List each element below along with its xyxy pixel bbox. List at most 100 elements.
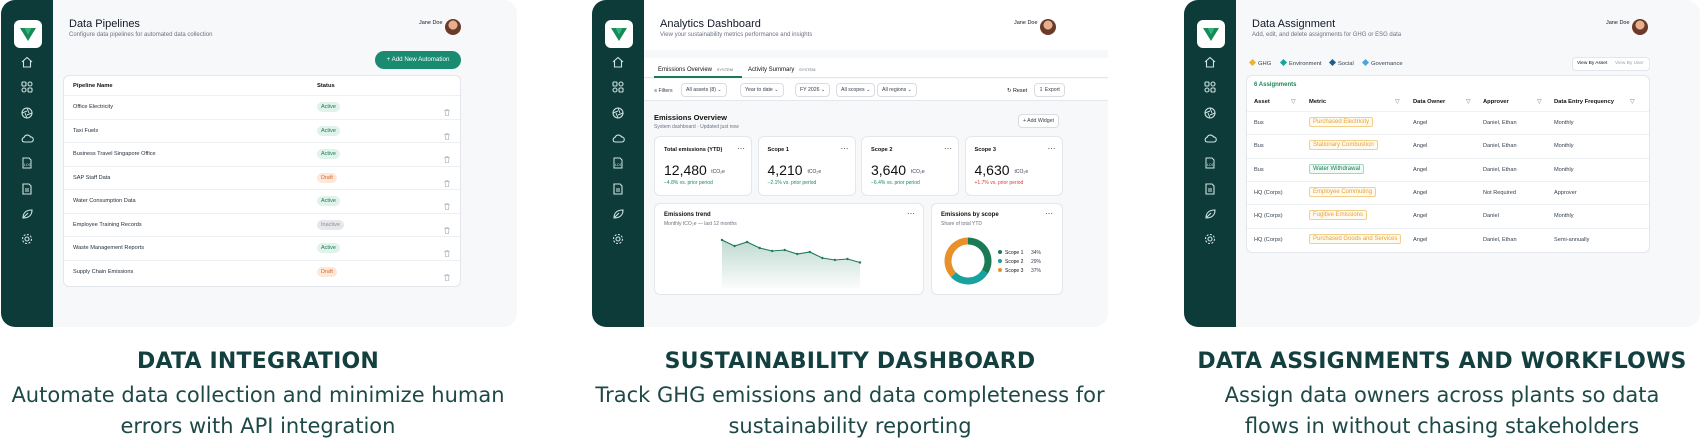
leaf-icon[interactable] (20, 207, 34, 221)
trash-icon[interactable] (444, 174, 450, 187)
gear-icon[interactable] (20, 232, 34, 246)
kpi-card[interactable]: Scope 1 ⋯ 4,210 tCO₂e −2.1% vs. prior period (757, 136, 856, 196)
metric-tag[interactable]: Water Withdrawal (1309, 163, 1365, 174)
apps-icon[interactable] (20, 80, 34, 94)
aperture-icon[interactable] (1203, 106, 1217, 120)
view-toggle: View By Asset View By User (1572, 57, 1650, 71)
more-icon[interactable]: ⋯ (944, 144, 952, 153)
diamond-icon (1279, 58, 1288, 67)
filter-icon[interactable]: ▽ (1466, 98, 1471, 105)
filter-icon[interactable]: ▽ (1630, 98, 1635, 105)
tab-activity-summary[interactable]: Activity Summary SYSTEM (748, 67, 815, 73)
log-icon[interactable]: LOG (1203, 156, 1217, 170)
kpi-label: Scope 2 (871, 147, 893, 153)
document-icon[interactable] (1203, 182, 1217, 196)
kpi-card[interactable]: Total emissions (YTD) ⋯ 12,480 tCO₂e −4.8% v… (654, 136, 752, 196)
filter-scopes[interactable]: All scopes ⌄ (836, 83, 876, 97)
table-row[interactable]: Taxi Fuels Active (64, 119, 460, 142)
leaf-icon[interactable] (1203, 207, 1217, 221)
apps-icon[interactable] (1203, 80, 1217, 94)
view-by-user-button[interactable]: View By User (1615, 61, 1644, 66)
kpi-delta: −6.4% vs. prior period (871, 180, 920, 186)
apps-icon[interactable] (611, 80, 625, 94)
trash-icon[interactable] (444, 268, 450, 281)
more-icon[interactable]: ⋯ (737, 144, 745, 153)
avatar[interactable] (1040, 19, 1056, 35)
table-row[interactable]: Waste Management Reports Active (64, 236, 460, 259)
col-header-status: Status (317, 83, 335, 89)
category-legend-item[interactable]: Environment (1279, 58, 1322, 67)
filter-icon[interactable]: ▽ (1537, 98, 1542, 105)
table-row[interactable]: Business Travel Singapore Office Active (64, 142, 460, 165)
log-icon[interactable]: LOG (611, 156, 625, 170)
trash-icon[interactable] (444, 244, 450, 257)
more-icon[interactable]: ⋯ (1048, 144, 1056, 153)
kpi-card[interactable]: Scope 2 ⋯ 3,640 tCO₂e −6.4% vs. prior period (861, 136, 959, 196)
category-legend-item[interactable]: Social (1328, 58, 1354, 67)
app-logo[interactable] (1197, 20, 1225, 48)
filter-regions[interactable]: All regions ⌄ (877, 83, 918, 97)
table-row[interactable]: HQ (Corps) Fugitive Emissions Angel Daniel M… (1247, 204, 1649, 227)
app-logo[interactable] (605, 20, 633, 48)
home-icon[interactable] (20, 55, 34, 69)
caption-line-2: flows in without chasing stakeholders (1244, 414, 1640, 438)
aperture-icon[interactable] (20, 106, 34, 120)
trash-icon[interactable] (444, 103, 450, 116)
add-automation-button[interactable]: + Add New Automation (375, 51, 461, 69)
trend-point (720, 238, 724, 242)
category-legend-item[interactable]: GHG (1248, 58, 1271, 67)
filter-icon[interactable]: ▽ (1395, 98, 1400, 105)
more-icon[interactable]: ⋯ (841, 144, 849, 153)
emissions-trend-card: Emissions trend Monthly tCO₂e — last 12 … (654, 203, 924, 295)
gear-icon[interactable] (1203, 232, 1217, 246)
table-row[interactable]: Bus Purchased Electricity Angel Daniel, Eth… (1247, 111, 1649, 134)
table-row[interactable]: SAP Staff Data Draft (64, 166, 460, 189)
cloud-icon[interactable] (1203, 131, 1217, 145)
metric-tag[interactable]: Stationary Combustion (1309, 140, 1378, 151)
trash-icon[interactable] (444, 221, 450, 234)
avatar[interactable] (1632, 19, 1648, 35)
add-widget-button[interactable]: + Add Widget (1018, 114, 1060, 128)
cloud-icon[interactable] (20, 131, 34, 145)
metric-tag[interactable]: Purchased Goods and Services (1309, 233, 1402, 244)
category-legend-item[interactable]: Governance (1361, 58, 1403, 67)
gear-icon[interactable] (611, 232, 625, 246)
metric-tag[interactable]: Purchased Electricity (1309, 117, 1374, 127)
filter-period[interactable]: Year to date ⌄ (740, 83, 784, 97)
trash-icon[interactable] (444, 197, 450, 210)
home-icon[interactable] (611, 55, 625, 69)
avatar[interactable] (445, 19, 461, 35)
metric-tag[interactable]: Employee Commuting (1309, 186, 1377, 197)
frequency-cell: Monthly (1554, 166, 1574, 173)
kpi-card[interactable]: Scope 3 ⋯ 4,630 tCO₂e +1.7% vs. prior period (964, 136, 1063, 196)
table-row[interactable]: HQ (Corps) Employee Commuting Angel Not Req… (1247, 181, 1649, 204)
leaf-icon[interactable] (611, 207, 625, 221)
trash-icon[interactable] (444, 127, 450, 140)
status-badge: Active (317, 102, 340, 112)
table-row[interactable]: Supply Chain Emissions Draft (64, 260, 460, 283)
aperture-icon[interactable] (611, 106, 625, 120)
metric-tag[interactable]: Fugitive Emissions (1309, 210, 1368, 221)
table-row[interactable]: Office Electricity Active (64, 95, 460, 118)
app-logo[interactable] (14, 20, 42, 48)
home-icon[interactable] (1203, 55, 1217, 69)
log-icon[interactable]: LOG (20, 156, 34, 170)
cloud-icon[interactable] (611, 131, 625, 145)
document-icon[interactable] (20, 182, 34, 196)
table-row[interactable]: HQ (Corps) Purchased Goods and Services An… (1247, 228, 1649, 251)
table-row[interactable]: Employee Training Records Inactive (64, 213, 460, 236)
kpi-label: Scope 1 (767, 147, 789, 153)
filter-fiscal-year[interactable]: FY 2026 ⌄ (795, 83, 831, 97)
export-button[interactable]: ↧ Export (1034, 83, 1065, 97)
trash-icon[interactable] (444, 150, 450, 163)
filters-label[interactable]: ≡ Filters (654, 88, 673, 94)
document-icon[interactable] (611, 182, 625, 196)
filter-icon[interactable]: ▽ (1291, 98, 1296, 105)
tab-emissions-overview[interactable]: Emissions Overview SYSTEM (658, 67, 733, 73)
table-row[interactable]: Bus Water Withdrawal Angel Daniel, Ethan Mon… (1247, 158, 1649, 181)
table-row[interactable]: Water Consumption Data Active (64, 189, 460, 212)
reset-button[interactable]: ↻ Reset (1007, 88, 1027, 94)
table-row[interactable]: Bus Stationary Combustion Angel Daniel, Eth… (1247, 134, 1649, 157)
filter-assets[interactable]: All assets (8) ⌄ (681, 83, 727, 97)
view-by-asset-button[interactable]: View By Asset (1577, 61, 1607, 66)
